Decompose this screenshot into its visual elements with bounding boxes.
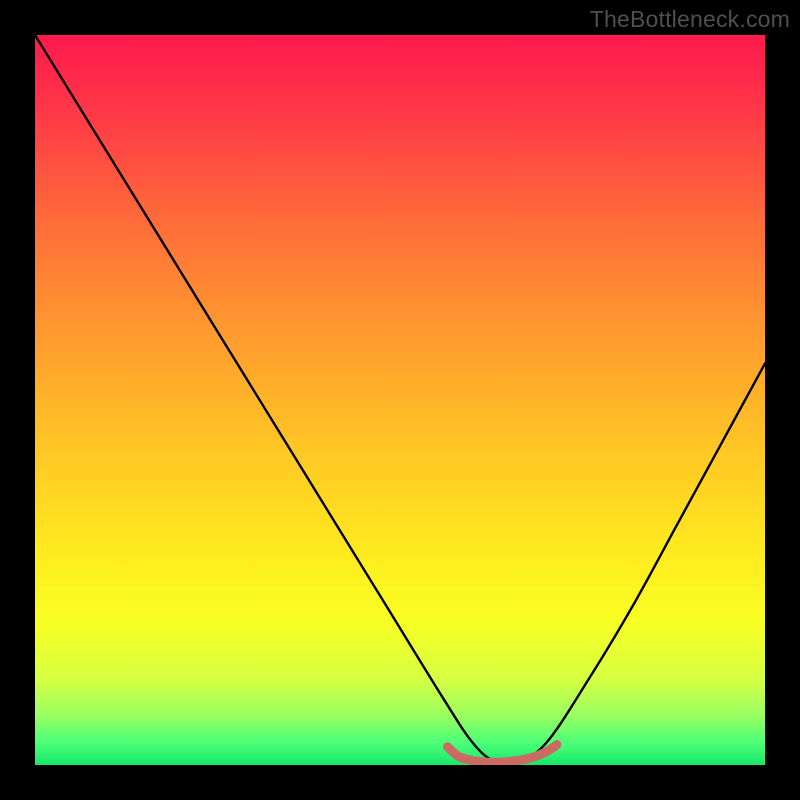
plot-area bbox=[35, 35, 765, 765]
watermark-text: TheBottleneck.com bbox=[590, 6, 790, 33]
optimal-zone-marker bbox=[35, 35, 765, 765]
chart-frame: TheBottleneck.com bbox=[0, 0, 800, 800]
